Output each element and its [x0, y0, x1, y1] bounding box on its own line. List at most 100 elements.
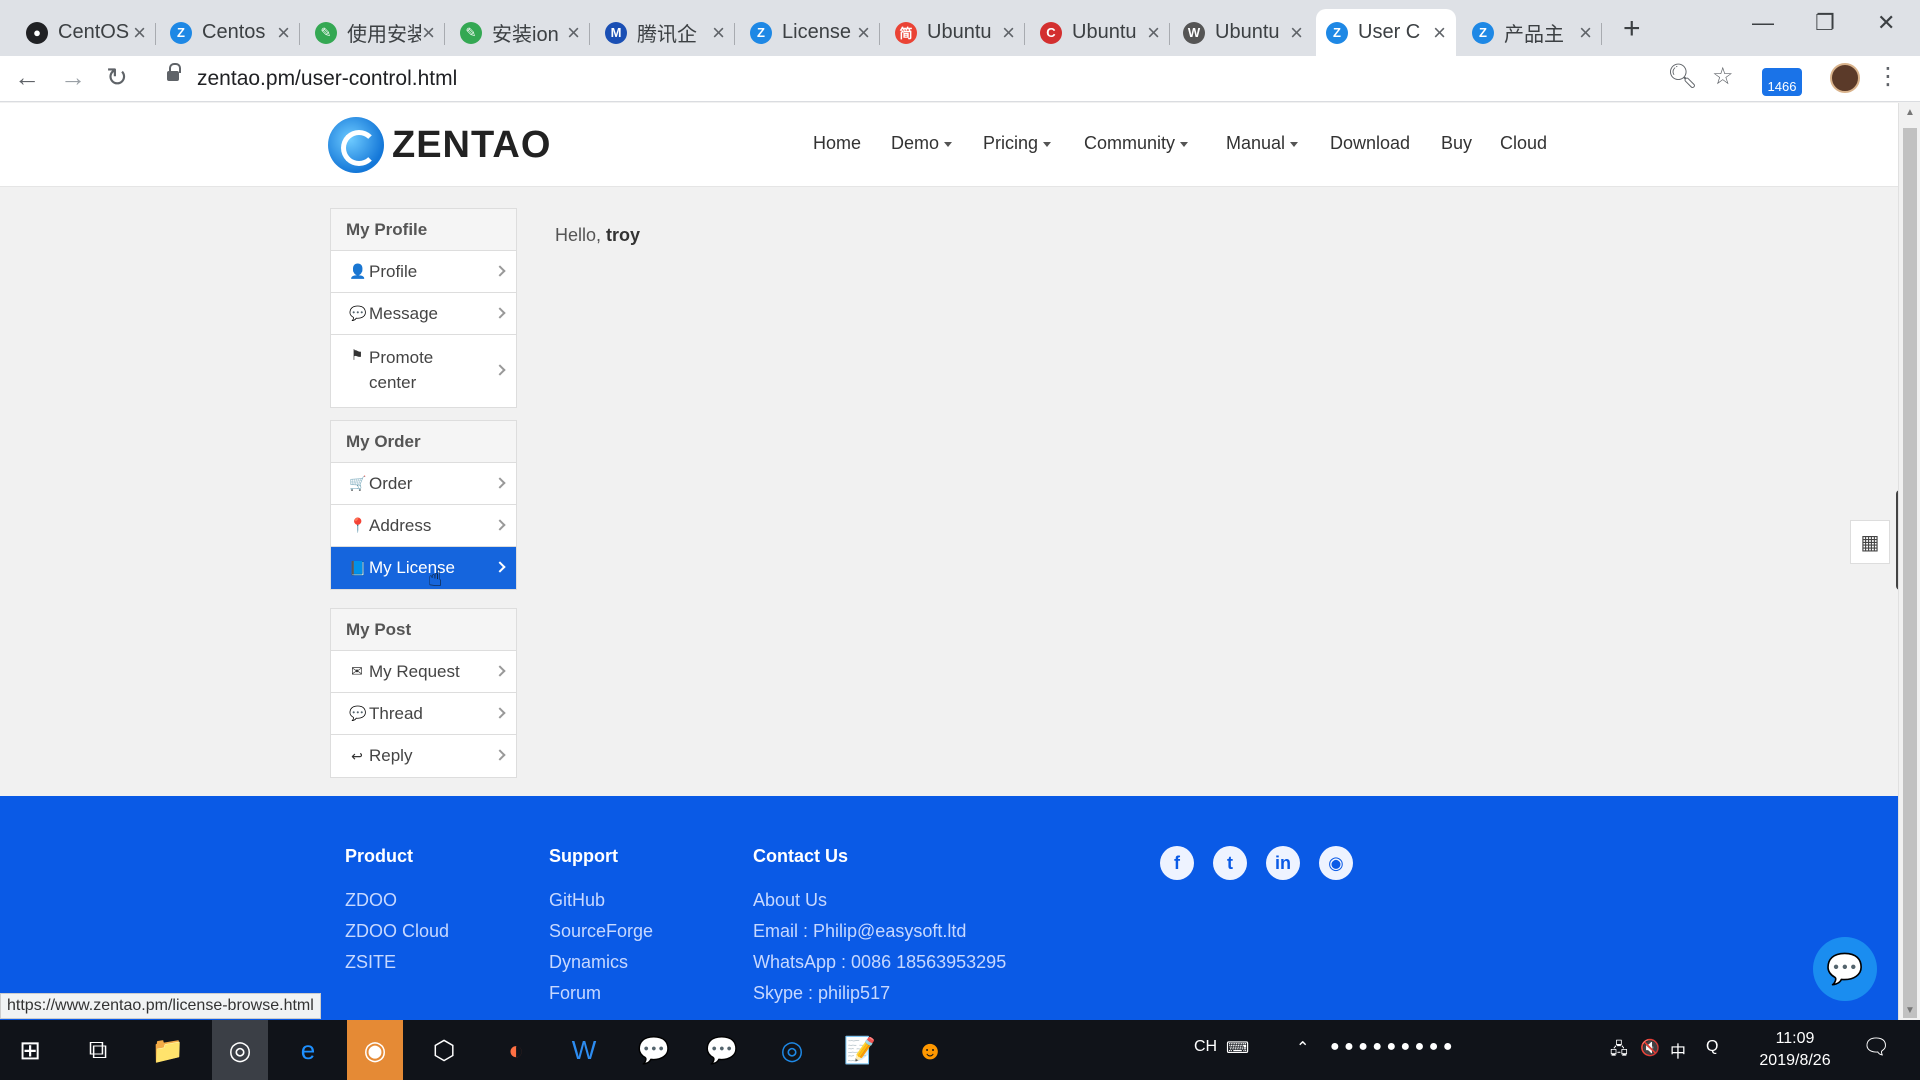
browser-tab[interactable]: Z 产品主 ×: [1462, 9, 1602, 56]
new-tab-button[interactable]: +: [1623, 12, 1641, 46]
notification-center-icon[interactable]: 🗨: [1862, 1034, 1890, 1060]
facebook-icon[interactable]: f: [1160, 846, 1194, 880]
tab-close-icon[interactable]: ×: [1147, 20, 1160, 46]
tray-chevron-icon[interactable]: ⌃: [1296, 1038, 1309, 1058]
footer-link[interactable]: ZDOO Cloud: [345, 916, 449, 947]
browser-tab[interactable]: Z Centos ×: [160, 9, 300, 56]
sidebar-item-reply[interactable]: ↩ Reply: [331, 735, 516, 777]
sidebar-item-my-license[interactable]: 📘 My License: [331, 547, 516, 589]
wechat-icon[interactable]: 💬: [702, 1030, 742, 1070]
reload-button[interactable]: ↻: [106, 62, 128, 93]
windows-start-icon[interactable]: ⊞: [10, 1030, 50, 1070]
menu-kebab-icon[interactable]: ⋮: [1876, 62, 1900, 91]
footer-link[interactable]: WhatsApp : 0086 18563953295: [753, 947, 1006, 978]
network-icon[interactable]: 🖧: [1610, 1038, 1628, 1065]
nav-cloud[interactable]: Cloud: [1500, 133, 1547, 154]
sidebar-item-message[interactable]: 💬 Message: [331, 293, 516, 335]
restore-button[interactable]: ❐: [1815, 10, 1835, 36]
tab-close-icon[interactable]: ×: [1290, 20, 1303, 46]
tab-close-icon[interactable]: ×: [1002, 20, 1015, 46]
zentao-logo[interactable]: ZENTAO: [328, 117, 551, 173]
nav-manual[interactable]: Manual: [1226, 133, 1299, 154]
nav-demo[interactable]: Demo: [891, 133, 953, 154]
tab-close-icon[interactable]: ×: [422, 20, 435, 46]
back-button[interactable]: ←: [14, 62, 40, 93]
search-tray-icon[interactable]: Q: [1706, 1038, 1718, 1056]
page-scrollbar[interactable]: ▲ ▼: [1898, 103, 1920, 1020]
message-app-icon[interactable]: 💬: [634, 1030, 674, 1070]
sidebar-item-promote-center[interactable]: ⚑ Promote center: [331, 335, 516, 407]
tab-close-icon[interactable]: ×: [712, 20, 725, 46]
browser-tab[interactable]: Z User C ×: [1316, 9, 1456, 56]
close-window-button[interactable]: ✕: [1877, 10, 1895, 36]
volume-muted-icon[interactable]: 🔇: [1640, 1038, 1660, 1058]
forward-button[interactable]: →: [60, 62, 86, 93]
tab-close-icon[interactable]: ×: [1579, 20, 1592, 46]
footer-link[interactable]: About Us: [753, 885, 1006, 916]
sidebar-item-my-request[interactable]: ✉ My Request: [331, 651, 516, 693]
footer-link[interactable]: Forum: [549, 978, 653, 1009]
file-explorer-icon[interactable]: 📁: [148, 1030, 188, 1070]
tab-close-icon[interactable]: ×: [1433, 20, 1446, 46]
scrollbar-thumb[interactable]: [1903, 128, 1917, 1018]
github-icon[interactable]: ◉: [1319, 846, 1353, 880]
browser-tab[interactable]: M 腾讯企 ×: [595, 9, 735, 56]
tab-close-icon[interactable]: ×: [133, 20, 146, 46]
browser-tab[interactable]: Z License ×: [740, 9, 880, 56]
sidebar-item-order[interactable]: 🛒 Order: [331, 463, 516, 505]
footer-link[interactable]: GitHub: [549, 885, 653, 916]
edge-icon[interactable]: e: [288, 1030, 328, 1070]
minimize-button[interactable]: —: [1752, 10, 1774, 36]
footer-link[interactable]: Dynamics: [549, 947, 653, 978]
sidebar-item-address[interactable]: 📍 Address: [331, 505, 516, 547]
app-face-icon[interactable]: ☻: [910, 1030, 950, 1070]
sidebar-item-thread[interactable]: 💬 Thread: [331, 693, 516, 735]
address-bar[interactable]: zentao.pm/user-control.html: [155, 62, 1735, 96]
link-status-bar: https://www.zentao.pm/license-browse.htm…: [0, 993, 321, 1019]
zentao-client-icon[interactable]: ◉: [347, 1020, 403, 1080]
zoom-icon[interactable]: 🔍︎: [1667, 62, 1697, 91]
chat-button[interactable]: 💬: [1813, 937, 1877, 1001]
task-view-icon[interactable]: ⧉: [78, 1030, 118, 1070]
twitter-icon[interactable]: t: [1213, 846, 1247, 880]
footer-link[interactable]: ZSITE: [345, 947, 449, 978]
nav-community[interactable]: Community: [1084, 133, 1189, 154]
keyboard-icon[interactable]: ⌨: [1226, 1038, 1249, 1058]
tab-close-icon[interactable]: ×: [277, 20, 290, 46]
zentao-icon[interactable]: ◎: [772, 1030, 812, 1070]
scroll-up-arrow-icon[interactable]: ▲: [1905, 107, 1915, 118]
app-red-icon[interactable]: ◐: [496, 1030, 536, 1070]
qr-code-icon[interactable]: ▦: [1850, 520, 1890, 564]
footer-link[interactable]: Skype : philip517: [753, 978, 1006, 1009]
tab-close-icon[interactable]: ×: [857, 20, 870, 46]
nav-download[interactable]: Download: [1330, 133, 1410, 154]
sidebar-item-profile[interactable]: 👤 Profile: [331, 251, 516, 293]
browser-tab[interactable]: ● CentOS ×: [16, 9, 156, 56]
wps-writer-icon[interactable]: W: [564, 1030, 604, 1070]
browser-tab[interactable]: ✎ 使用安装 ×: [305, 9, 445, 56]
footer-link[interactable]: ZDOO: [345, 885, 449, 916]
nav-buy[interactable]: Buy: [1441, 133, 1472, 154]
extension-icon[interactable]: 1466: [1762, 68, 1802, 96]
tray-app-icons[interactable]: ● ● ● ● ● ● ● ● ●: [1330, 1038, 1453, 1056]
tab-close-icon[interactable]: ×: [567, 20, 580, 46]
profile-avatar[interactable]: [1830, 63, 1860, 93]
browser-tab[interactable]: ✎ 安装ion ×: [450, 9, 590, 56]
address-url[interactable]: zentao.pm/user-control.html: [197, 67, 457, 91]
browser-tab[interactable]: W Ubuntu ×: [1173, 9, 1313, 56]
notepad-icon[interactable]: 📝: [840, 1030, 880, 1070]
ime-mode[interactable]: 中: [1670, 1038, 1686, 1062]
nav-home[interactable]: Home: [813, 133, 861, 154]
input-language[interactable]: CH: [1194, 1038, 1217, 1056]
virtualbox-icon[interactable]: ⬡: [424, 1030, 464, 1070]
footer-link[interactable]: Email : Philip@easysoft.ltd: [753, 916, 1006, 947]
footer-link[interactable]: SourceForge: [549, 916, 653, 947]
browser-tab[interactable]: 简 Ubuntu ×: [885, 9, 1025, 56]
linkedin-icon[interactable]: in: [1266, 846, 1300, 880]
scroll-down-arrow-icon[interactable]: ▼: [1905, 1005, 1915, 1016]
nav-pricing[interactable]: Pricing: [983, 133, 1052, 154]
system-clock[interactable]: 11:09 2019/8/26: [1750, 1028, 1840, 1072]
bookmark-star-icon[interactable]: ☆: [1712, 62, 1734, 91]
browser-tab[interactable]: C Ubuntu ×: [1030, 9, 1170, 56]
chrome-taskbar-icon[interactable]: ◎: [212, 1020, 268, 1080]
